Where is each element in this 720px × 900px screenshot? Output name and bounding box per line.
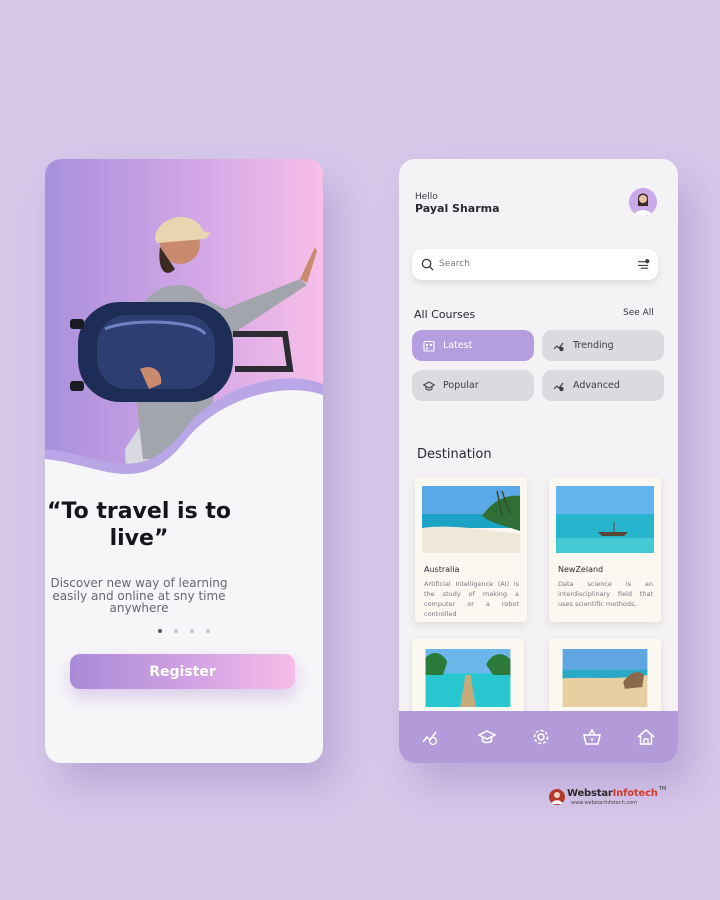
- search-bar[interactable]: Search: [412, 249, 658, 280]
- graduation-cap-icon[interactable]: [478, 728, 496, 746]
- destination-image: [562, 649, 648, 707]
- home-screen: Hello Payal Sharma Search All Courses Se…: [399, 159, 678, 763]
- basket-icon[interactable]: [583, 728, 601, 746]
- destination-title: Destination: [417, 447, 492, 462]
- filter-icon[interactable]: [637, 258, 650, 271]
- user-name: Payal Sharma: [415, 202, 500, 215]
- destination-image: [556, 486, 654, 553]
- user-avatar-icon: [629, 188, 657, 216]
- graduation-cap-icon: [423, 380, 435, 391]
- settings-icon[interactable]: [532, 728, 550, 746]
- page-dot[interactable]: [206, 629, 210, 633]
- see-all-link[interactable]: See All: [623, 308, 654, 318]
- page-dot[interactable]: [190, 629, 194, 633]
- destination-title-text: NewZeland: [558, 565, 604, 574]
- brand-name-part1: Webstar: [567, 788, 613, 799]
- brand-url: www.webstarinfotech.com: [571, 800, 638, 806]
- destination-description: Artificial Intelligence (AI) is the stud…: [424, 580, 519, 618]
- home-icon[interactable]: [637, 728, 655, 746]
- chip-label: Popular: [443, 380, 479, 391]
- destination-card-newzeland[interactable]: NewZeland Data science is an interdiscip…: [549, 477, 661, 622]
- destination-image: [425, 649, 511, 707]
- courses-title: All Courses: [414, 308, 476, 321]
- destination-card[interactable]: [549, 639, 661, 719]
- page-indicator: [45, 618, 323, 637]
- destination-title-text: Australia: [424, 565, 460, 574]
- chip-trending[interactable]: Trending: [542, 330, 664, 361]
- calendar-icon: [423, 340, 435, 352]
- page-dot[interactable]: [158, 629, 162, 633]
- brand-name: WebstarInfotech: [567, 788, 658, 799]
- brand-trademark: TM: [659, 786, 667, 792]
- progress-icon[interactable]: [421, 728, 439, 746]
- trending-icon: [553, 342, 564, 351]
- onboarding-quote: “To travel is to live”: [47, 499, 231, 551]
- chip-label: Latest: [443, 340, 473, 351]
- trending-check-icon: [553, 382, 564, 391]
- search-placeholder: Search: [439, 259, 470, 269]
- avatar[interactable]: [629, 188, 657, 216]
- brand-logo: WebstarInfotech TM www.webstarinfotech.c…: [548, 786, 668, 810]
- chip-advanced[interactable]: Advanced: [542, 370, 664, 401]
- search-icon: [421, 258, 434, 271]
- destination-image: [422, 486, 520, 553]
- destination-card[interactable]: [412, 639, 524, 719]
- destination-card-australia[interactable]: Australia Artificial Intelligence (AI) i…: [415, 477, 527, 622]
- register-button[interactable]: Register: [70, 654, 295, 689]
- destination-description: Data science is an interdisciplinary fie…: [558, 580, 653, 608]
- chip-latest[interactable]: Latest: [412, 330, 534, 361]
- brand-name-part2: Infotech: [612, 788, 658, 799]
- chip-label: Advanced: [573, 380, 620, 391]
- chip-label: Trending: [573, 340, 614, 351]
- greeting: Hello: [415, 192, 438, 202]
- onboarding-subtext: Discover new way of learning easily and …: [50, 576, 228, 615]
- chip-popular[interactable]: Popular: [412, 370, 534, 401]
- bottom-nav: [399, 711, 678, 763]
- hero-illustration: [45, 159, 323, 629]
- brand-mark-icon: [549, 789, 565, 805]
- page-dot[interactable]: [174, 629, 178, 633]
